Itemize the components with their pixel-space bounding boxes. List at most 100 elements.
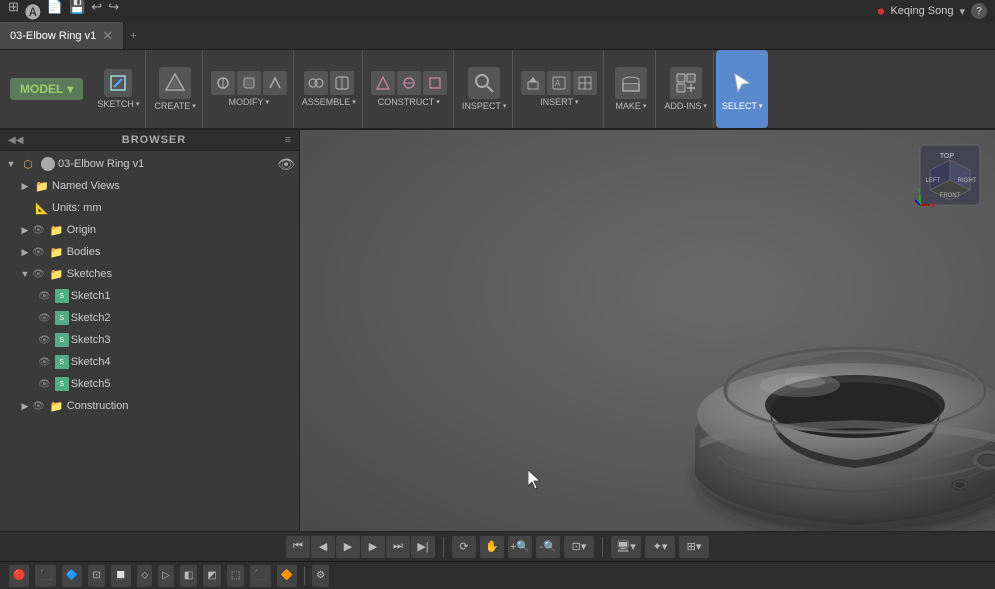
modify-icon-2[interactable] <box>237 71 261 95</box>
new-tab-btn[interactable]: + <box>124 30 142 42</box>
status-btn-6[interactable]: ⬦ <box>137 565 152 587</box>
insert-label[interactable]: INSERT ▾ <box>540 97 578 107</box>
tab-close-btn[interactable]: ✕ <box>102 28 113 44</box>
grid-btn[interactable]: ⊞▾ <box>679 536 709 558</box>
pan-btn[interactable]: ✋ <box>480 536 504 558</box>
tree-sketch1[interactable]: 👁 S Sketch1 <box>0 285 299 307</box>
modify-icon-1[interactable] <box>211 71 235 95</box>
status-btn-5[interactable]: 🔲 <box>111 565 131 587</box>
status-btn-2[interactable]: ⬛ <box>35 565 55 587</box>
user-caret[interactable]: ▾ <box>959 5 965 18</box>
tree-units[interactable]: ▶ 📐 Units: mm <box>0 197 299 219</box>
insert-icon-3[interactable] <box>573 71 597 95</box>
modify-icon-3[interactable] <box>263 71 287 95</box>
tree-sketch5[interactable]: 👁 S Sketch5 <box>0 373 299 395</box>
nav-last-btn[interactable]: ⏭ <box>386 536 410 558</box>
root-expand[interactable]: ▼ <box>4 159 18 169</box>
make-label[interactable]: MAKE ▾ <box>615 101 646 111</box>
addins-label[interactable]: ADD-INS ▾ <box>664 101 707 111</box>
bodies-eye[interactable]: 👁 <box>32 247 45 258</box>
status-btn-13[interactable]: ⚙ <box>312 565 329 587</box>
zoom-out-btn[interactable]: -🔍 <box>536 536 560 558</box>
sketches-eye[interactable]: 👁 <box>32 269 45 280</box>
help-btn[interactable]: ? <box>971 3 987 19</box>
bodies-expand[interactable]: ▶ <box>18 247 32 258</box>
nav-prev-btn[interactable]: ◀ <box>311 536 335 558</box>
select-icon[interactable] <box>726 67 758 99</box>
zoom-fit-btn[interactable]: ⊡▾ <box>564 536 594 558</box>
assemble-icon-2[interactable] <box>330 71 354 95</box>
status-btn-10[interactable]: ⬚ <box>227 565 244 587</box>
nav-end-btn[interactable]: ▶| <box>411 536 435 558</box>
sketch4-eye[interactable]: 👁 <box>38 357 51 368</box>
save-icon[interactable]: 💾 <box>69 0 85 23</box>
tree-sketches[interactable]: ▼ 👁 📁 Sketches <box>0 263 299 285</box>
root-visible-icon[interactable] <box>41 157 55 171</box>
viewcube[interactable]: TOP LEFT RIGHT FRONT X Y Z <box>915 140 985 210</box>
sketch1-eye[interactable]: 👁 <box>38 291 51 302</box>
assemble-icon-1[interactable] <box>304 71 328 95</box>
named-views-expand[interactable]: ▶ <box>18 181 32 192</box>
tree-named-views[interactable]: ▶ 📁 Named Views <box>0 175 299 197</box>
construct-icon-3[interactable] <box>423 71 447 95</box>
status-btn-9[interactable]: ◩ <box>203 565 220 587</box>
create-label[interactable]: CREATE ▾ <box>154 101 195 111</box>
construction-eye[interactable]: 👁 <box>32 401 45 412</box>
user-name[interactable]: Keqing Song <box>890 5 953 17</box>
construction-expand[interactable]: ▶ <box>18 401 32 412</box>
nav-next-btn[interactable]: ▶ <box>361 536 385 558</box>
tree-root[interactable]: ▼ ⬡ 03-Elbow Ring v1 👁 <box>0 153 299 175</box>
tree-bodies[interactable]: ▶ 👁 📁 Bodies <box>0 241 299 263</box>
modify-label[interactable]: MODIFY ▾ <box>229 97 270 107</box>
tree-origin[interactable]: ▶ 👁 📁 Origin <box>0 219 299 241</box>
origin-expand[interactable]: ▶ <box>18 225 32 236</box>
status-btn-1[interactable]: 🔴 <box>9 565 29 587</box>
tree-sketch4[interactable]: 👁 S Sketch4 <box>0 351 299 373</box>
undo-icon[interactable]: ↩ <box>91 0 102 23</box>
make-icon[interactable] <box>615 67 647 99</box>
construct-icon-1[interactable] <box>371 71 395 95</box>
effects-btn[interactable]: ✦▾ <box>645 536 675 558</box>
tree-construction[interactable]: ▶ 👁 📁 Construction <box>0 395 299 417</box>
tab-elbow-ring[interactable]: 03-Elbow Ring v1 ✕ <box>0 22 124 49</box>
status-btn-4[interactable]: ⊡ <box>88 565 104 587</box>
sketch5-eye[interactable]: 👁 <box>38 379 51 390</box>
model-mode-button[interactable]: MODEL ▾ <box>10 78 83 100</box>
browser-collapse-btn[interactable]: ◀◀ <box>8 135 23 146</box>
status-btn-12[interactable]: 🔶 <box>277 565 297 587</box>
nav-play-btn[interactable]: ▶ <box>336 536 360 558</box>
inspect-label[interactable]: INSPECT ▾ <box>462 101 507 111</box>
assemble-label[interactable]: ASSEMBLE ▾ <box>302 97 356 107</box>
grid-icon[interactable]: ⊞ <box>8 0 19 23</box>
insert-icon-2[interactable]: A <box>547 71 571 95</box>
browser-menu-btn[interactable]: ≡ <box>285 134 291 146</box>
sketch2-eye[interactable]: 👁 <box>38 313 51 324</box>
origin-eye[interactable]: 👁 <box>32 225 45 236</box>
sketches-expand[interactable]: ▼ <box>18 269 32 279</box>
tree-sketch2[interactable]: 👁 S Sketch2 <box>0 307 299 329</box>
create-icon[interactable] <box>159 67 191 99</box>
nav-first-btn[interactable]: ⏮ <box>286 536 310 558</box>
sketch3-eye[interactable]: 👁 <box>38 335 51 346</box>
status-btn-7[interactable]: ▷ <box>158 565 174 587</box>
tree-sketch3[interactable]: 👁 S Sketch3 <box>0 329 299 351</box>
display-mode-btn[interactable]: 🖥▾ <box>611 536 641 558</box>
addins-icon[interactable] <box>670 67 702 99</box>
sketch-label[interactable]: SKETCH ▾ <box>97 99 139 109</box>
construct-label[interactable]: CONSTRUCT ▾ <box>378 97 440 107</box>
sketch-icon-1[interactable] <box>104 69 132 97</box>
orbit-btn[interactable]: ⟳ <box>452 536 476 558</box>
viewport[interactable]: TOP LEFT RIGHT FRONT X Y Z <box>300 130 995 531</box>
select-label[interactable]: SELECT ▾ <box>722 101 763 111</box>
inspect-icon[interactable] <box>468 67 500 99</box>
zoom-in-btn[interactable]: +🔍 <box>508 536 532 558</box>
status-btn-8[interactable]: ◧ <box>180 565 197 587</box>
new-icon[interactable]: 📄 <box>47 0 63 23</box>
record-icon[interactable]: ⏺ <box>877 3 884 20</box>
insert-icon-1[interactable] <box>521 71 545 95</box>
construct-icon-2[interactable] <box>397 71 421 95</box>
status-btn-11[interactable]: ⬛ <box>250 565 270 587</box>
status-btn-3[interactable]: 🔷 <box>62 565 82 587</box>
redo-icon[interactable]: ↪ <box>108 0 119 23</box>
root-eye-icon[interactable]: 👁 <box>277 156 295 173</box>
